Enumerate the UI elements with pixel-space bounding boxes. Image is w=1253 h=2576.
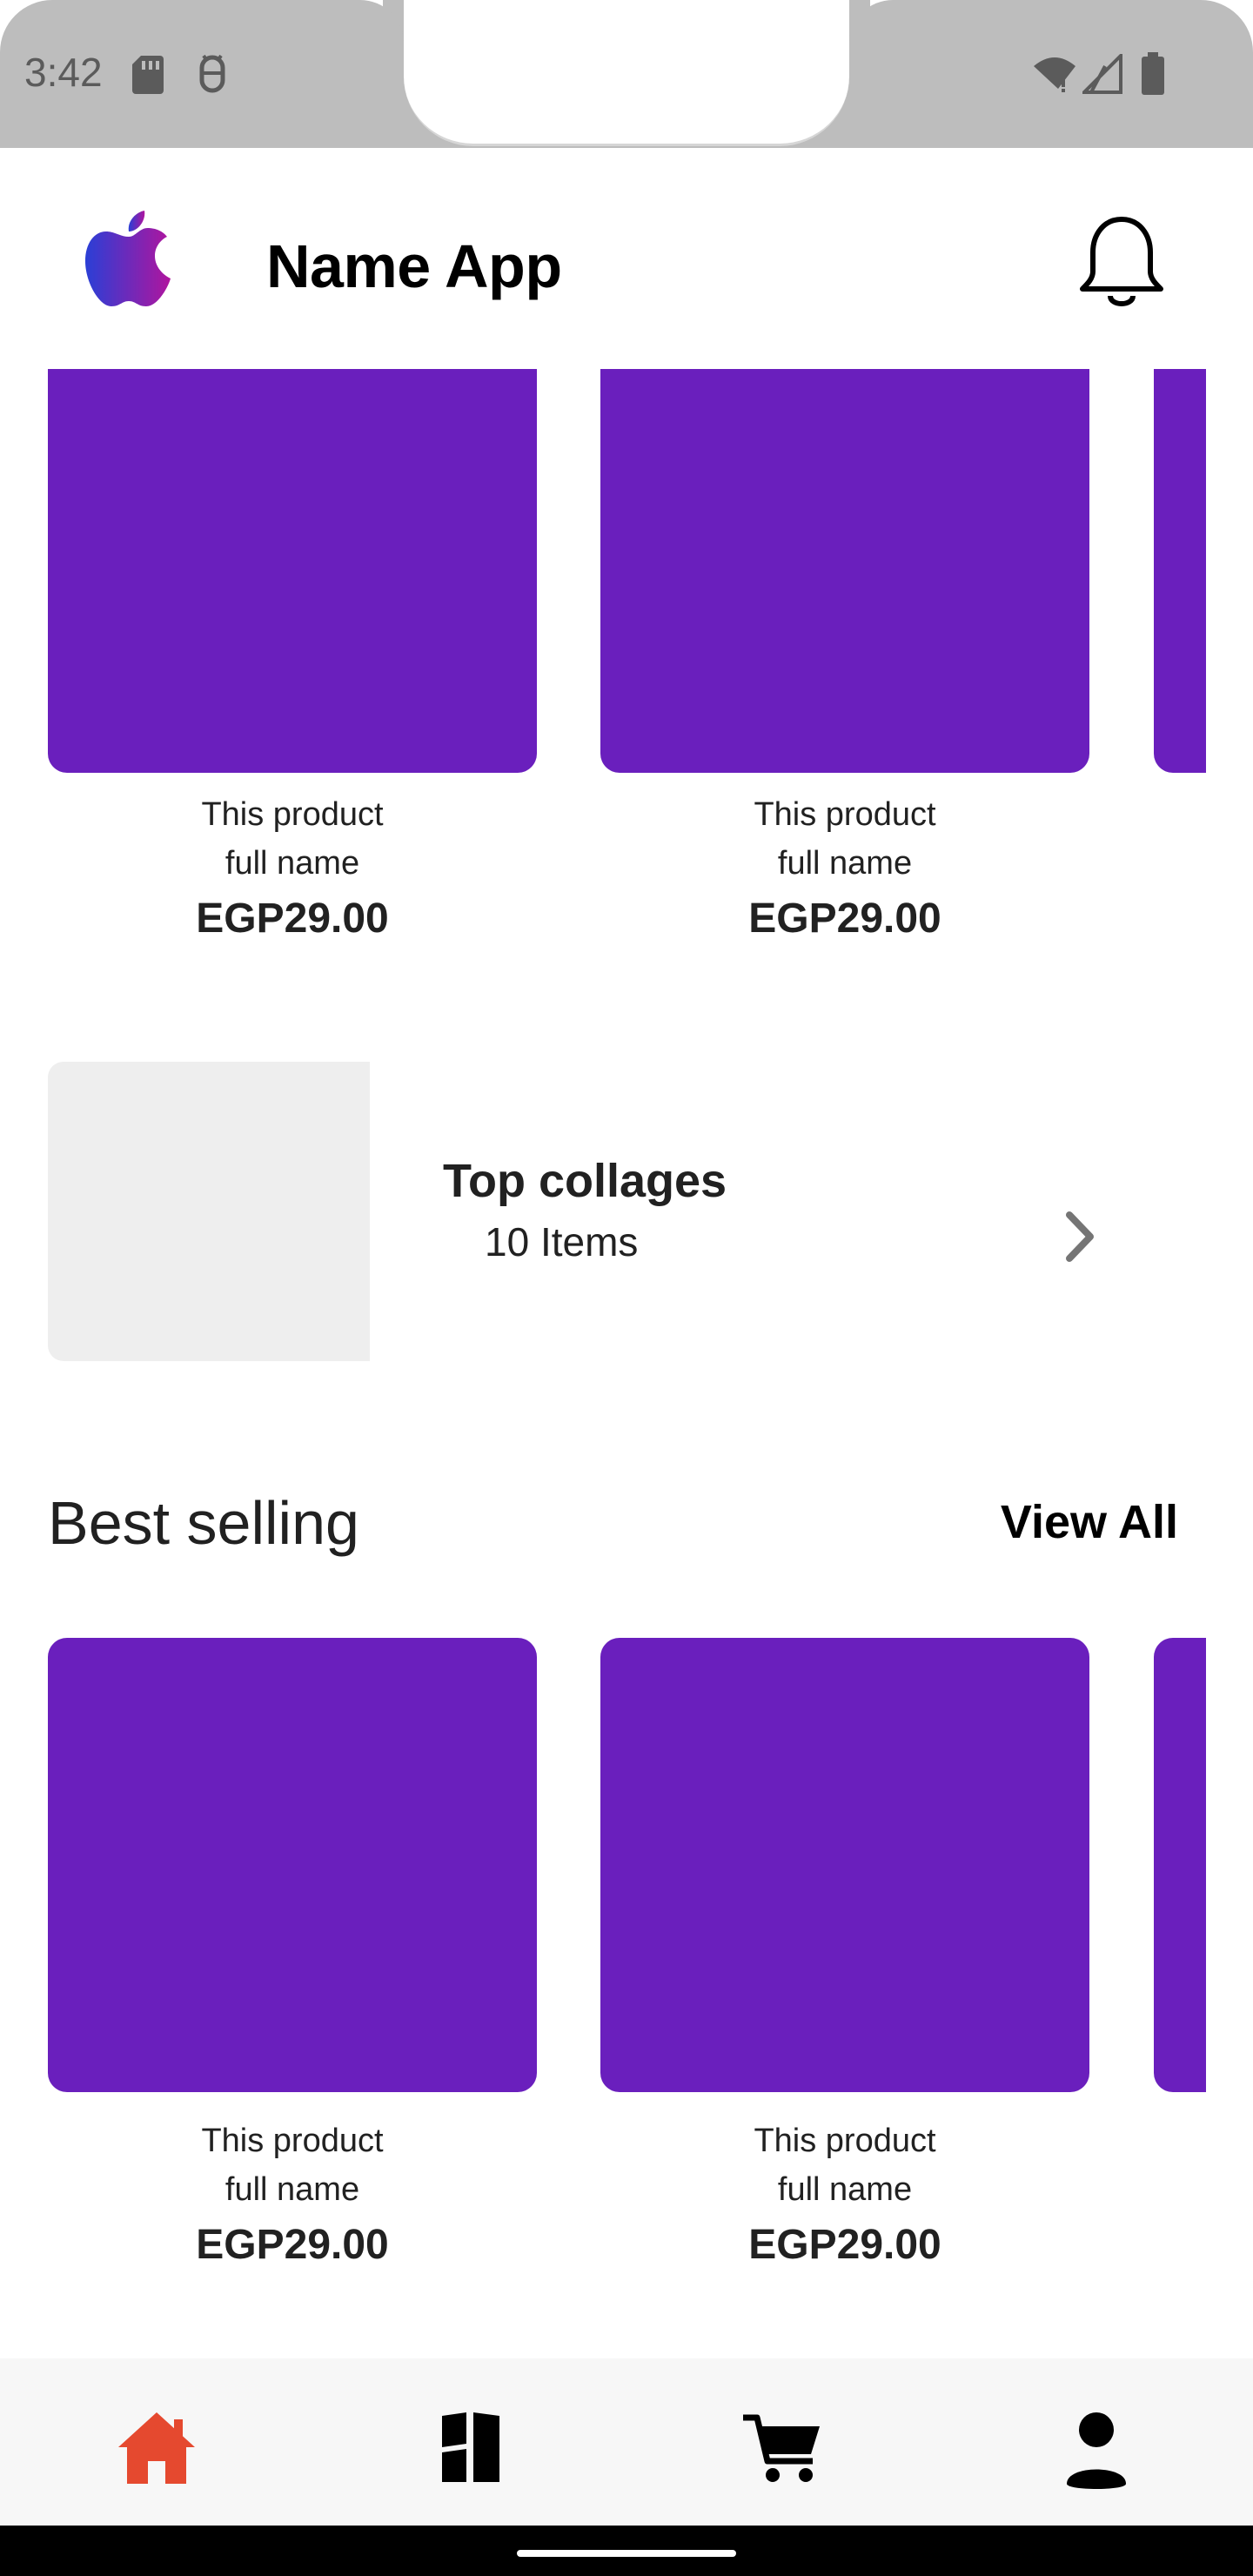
product-price: EGP29.00 [196, 896, 389, 942]
product-image[interactable] [48, 1638, 537, 2092]
product-card[interactable]: This product full name EGP29.00 [600, 369, 1089, 943]
gesture-handle[interactable] [517, 2550, 736, 2557]
product-name: This product full name [754, 2123, 936, 2208]
home-icon[interactable] [113, 2404, 200, 2491]
display-notch [404, 0, 849, 146]
product-card-peek[interactable] [1154, 369, 1206, 773]
collage-count: 10 Items [485, 1219, 639, 1265]
status-bar: 3:42 [0, 0, 1253, 150]
product-name: This product full name [201, 796, 384, 882]
cart-icon[interactable] [740, 2404, 827, 2491]
profile-icon[interactable] [1053, 2404, 1140, 2491]
battery-icon [1142, 52, 1164, 95]
product-price: EGP29.00 [196, 2222, 389, 2268]
product-image[interactable] [600, 369, 1089, 773]
collage-banner[interactable]: Top collages 10 Items [48, 1062, 1205, 1361]
app-title: Name App [266, 232, 562, 300]
product-image[interactable] [48, 369, 537, 773]
signal-icon [1082, 54, 1122, 94]
product-card[interactable]: This product full name EGP29.00 [48, 1638, 537, 2269]
view-all-link[interactable]: View All [1001, 1495, 1178, 1549]
bell-icon[interactable] [1077, 214, 1166, 312]
section-title: Best selling [48, 1489, 359, 1557]
chevron-right-icon[interactable] [1059, 1206, 1102, 1267]
categories-icon[interactable] [426, 2404, 513, 2491]
wifi-icon [1034, 57, 1075, 92]
apple-logo-icon [85, 211, 171, 306]
collage-title: Top collages [443, 1155, 727, 1207]
product-price: EGP29.00 [748, 896, 941, 942]
system-gesture-bar [0, 2526, 1253, 2576]
bottom-navigation [0, 2358, 1253, 2526]
product-image[interactable] [600, 1638, 1089, 2092]
product-card-peek[interactable] [1154, 1638, 1206, 2092]
product-name: This product full name [201, 2123, 384, 2208]
product-card[interactable]: This product full name EGP29.00 [48, 369, 537, 943]
sd-card-icon [132, 56, 164, 94]
product-card[interactable]: This product full name EGP29.00 [600, 1638, 1089, 2269]
product-name: This product full name [754, 796, 936, 882]
product-price: EGP29.00 [748, 2222, 941, 2268]
android-debug-icon [199, 54, 225, 93]
collage-image [48, 1062, 370, 1361]
status-time: 3:42 [24, 50, 103, 95]
